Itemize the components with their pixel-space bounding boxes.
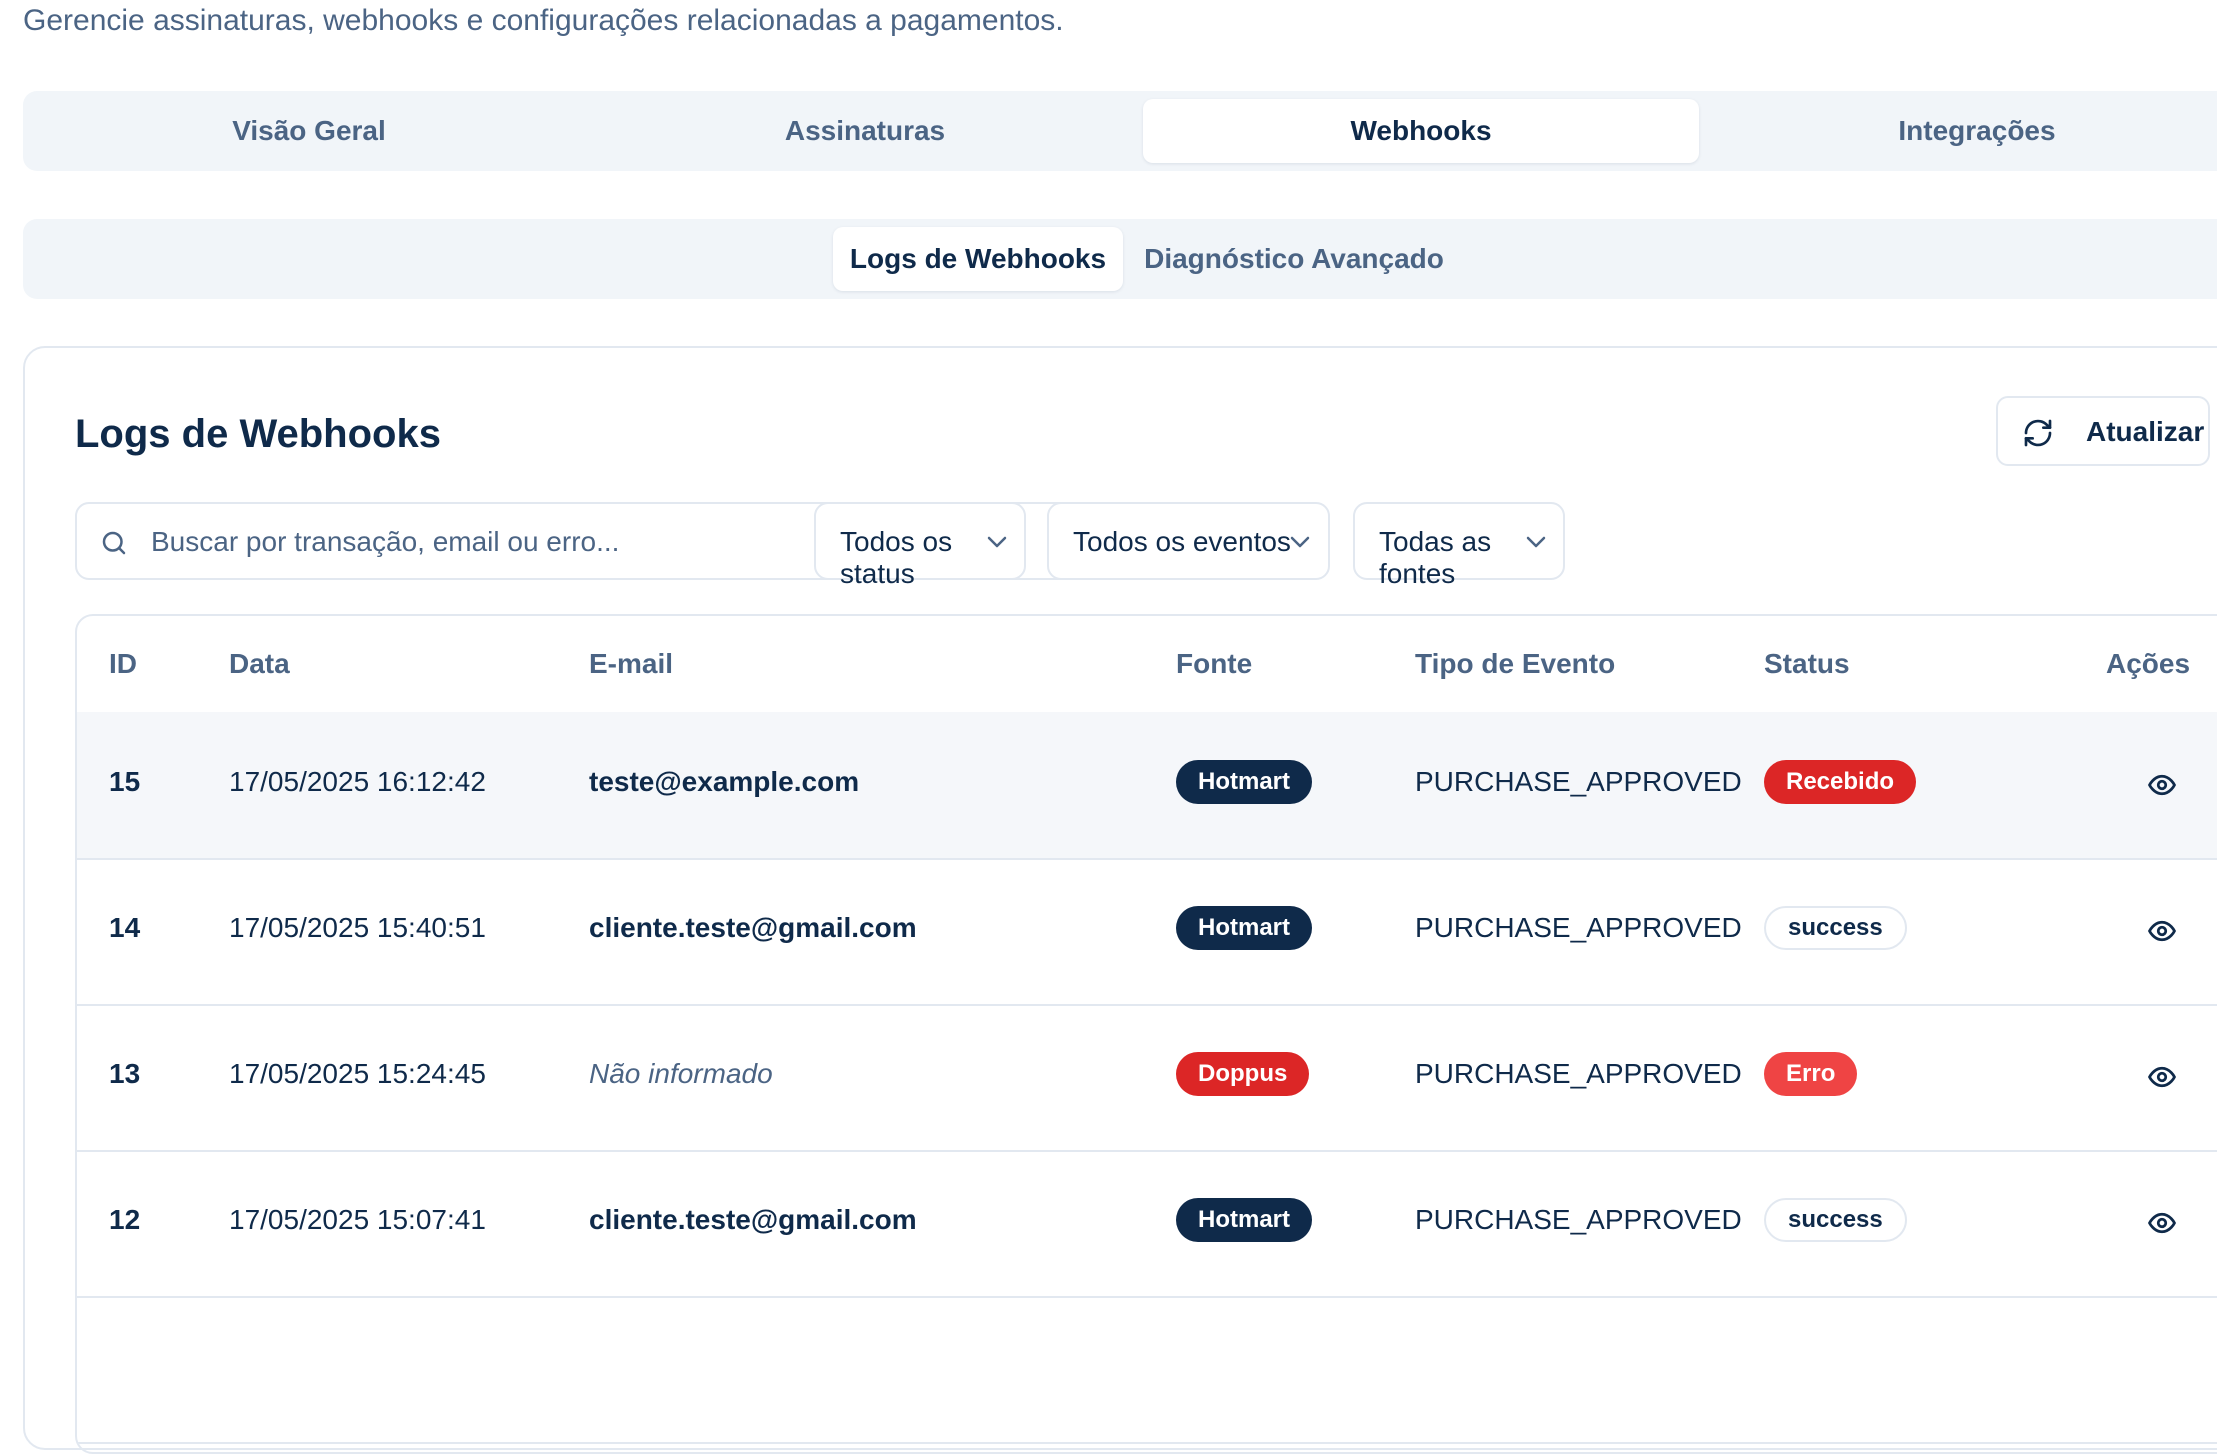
status-badge: Recebido [1764, 760, 1917, 804]
eye-icon[interactable] [2146, 1208, 2178, 1238]
table-row[interactable]: 14 17/05/2025 15:40:51 cliente.teste@gma… [77, 858, 2217, 1006]
row-event-type: PURCHASE_APPROVED [1415, 766, 1742, 797]
source-badge: Doppus [1176, 1052, 1310, 1096]
row-date: 17/05/2025 15:24:45 [229, 1058, 486, 1089]
status-badge: success [1764, 1198, 1907, 1242]
column-header-id: ID [109, 648, 137, 679]
row-event-type: PURCHASE_APPROVED [1415, 912, 1742, 943]
tab-assinaturas[interactable]: Assinaturas [587, 99, 1143, 163]
row-email: Não informado [589, 1058, 773, 1089]
source-badge: Hotmart [1176, 906, 1313, 950]
column-header-fonte: Fonte [1176, 648, 1253, 679]
chevron-down-icon [1526, 536, 1546, 548]
column-header-status: Status [1764, 648, 1850, 679]
row-email: cliente.teste@gmail.com [589, 1204, 917, 1235]
status-badge: success [1764, 906, 1907, 950]
table-header: ID Data E-mail Fonte Tipo de Evento Stat… [77, 616, 2217, 714]
row-event-type: PURCHASE_APPROVED [1415, 1058, 1742, 1089]
column-header-acoes: Ações [2106, 648, 2191, 679]
row-date: 17/05/2025 15:40:51 [229, 912, 486, 943]
source-filter-select[interactable]: Todas as fontes [1353, 502, 1565, 589]
eye-icon[interactable] [2146, 916, 2178, 946]
column-header-email: E-mail [589, 648, 674, 679]
refresh-icon [2024, 419, 2052, 447]
row-id: 12 [109, 1204, 141, 1235]
chevron-down-icon [1290, 536, 1310, 548]
table-row[interactable]: 13 17/05/2025 15:24:45 Não informado Dop… [77, 1004, 2217, 1152]
refresh-button-label: Atualizar [2086, 416, 2205, 447]
chevron-down-icon [987, 536, 1007, 548]
tab-integracoes[interactable]: Integrações [1699, 99, 2217, 163]
row-email: teste@example.com [589, 766, 860, 797]
event-filter-select[interactable]: Todos os eventos [1047, 502, 1330, 580]
webhook-logs-table: ID Data E-mail Fonte Tipo de Evento Stat… [75, 614, 2217, 1454]
source-badge: Hotmart [1176, 1198, 1313, 1242]
row-id: 15 [109, 766, 141, 797]
webhook-logs-card: Logs de Webhooks Atualizar Todos os stat… [23, 346, 2217, 1454]
status-filter-select[interactable]: Todos os status [814, 502, 1026, 589]
row-id: 13 [109, 1058, 141, 1089]
row-email: cliente.teste@gmail.com [589, 912, 917, 943]
row-date: 17/05/2025 15:07:41 [229, 1204, 486, 1235]
card-title: Logs de Webhooks [75, 412, 441, 456]
subtab-diagnostico-avancado[interactable]: Diagnóstico Avançado [1133, 227, 1455, 291]
table-row[interactable]: 12 17/05/2025 15:07:41 cliente.teste@gma… [77, 1150, 2217, 1298]
status-badge: Erro [1764, 1052, 1858, 1096]
column-header-data: Data [229, 648, 290, 679]
tab-visao-geral[interactable]: Visão Geral [31, 99, 587, 163]
row-date: 17/05/2025 16:12:42 [229, 766, 486, 797]
tab-webhooks[interactable]: Webhooks [1143, 99, 1699, 163]
page-subtitle: Gerencie assinaturas, webhooks e configu… [23, 4, 1064, 37]
refresh-button[interactable]: Atualizar [1996, 396, 2210, 466]
column-header-tipo-evento: Tipo de Evento [1415, 648, 1616, 679]
main-tabs: Visão Geral Assinaturas Webhooks Integra… [23, 91, 2217, 171]
source-badge: Hotmart [1176, 760, 1313, 804]
table-row[interactable] [77, 1296, 2217, 1444]
table-row[interactable]: 15 17/05/2025 16:12:42 teste@example.com… [77, 712, 2217, 860]
eye-icon[interactable] [2146, 770, 2178, 800]
webhook-subtabs: Logs de Webhooks Diagnóstico Avançado [23, 219, 2217, 299]
subtab-logs-webhooks[interactable]: Logs de Webhooks [833, 227, 1123, 291]
row-event-type: PURCHASE_APPROVED [1415, 1204, 1742, 1235]
search-icon [102, 531, 126, 555]
event-filter-value: Todos os eventos [1073, 526, 1291, 557]
eye-icon[interactable] [2146, 1062, 2178, 1092]
row-id: 14 [109, 912, 141, 943]
